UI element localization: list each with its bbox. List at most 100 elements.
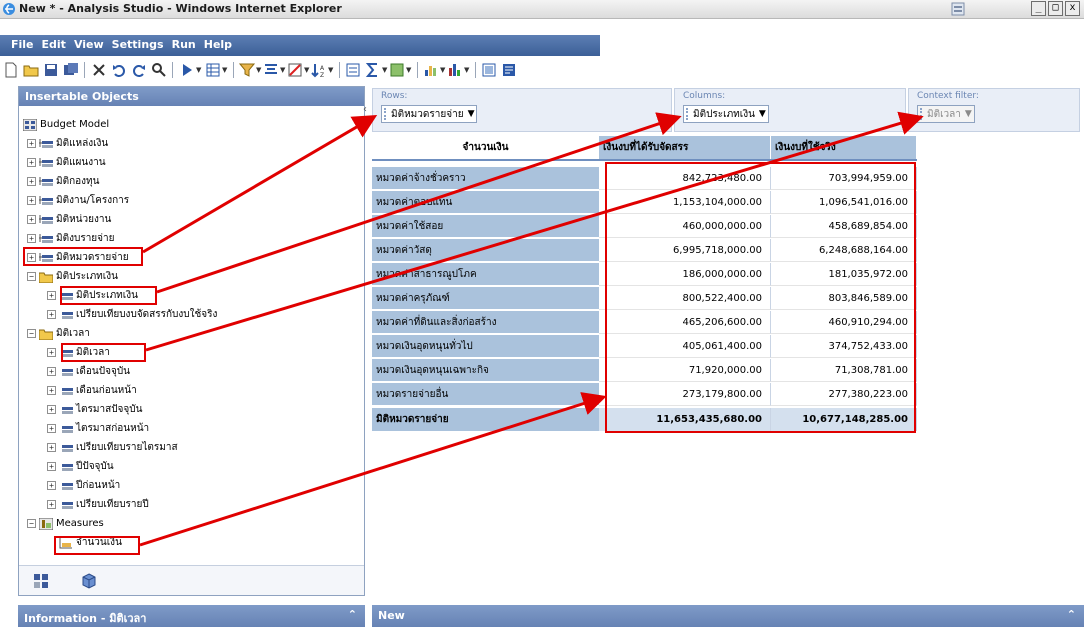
total-row-header[interactable]: มิติหมวดรายจ่าย	[372, 408, 599, 431]
run-icon[interactable]	[178, 61, 196, 79]
tree-folder-time[interactable]: − มิติเวลา	[27, 325, 90, 342]
expand-up-icon[interactable]: ⌃	[1067, 608, 1076, 621]
display-chart-icon[interactable]	[446, 61, 464, 79]
menu-file[interactable]: File	[0, 35, 38, 51]
drag-handle-icon[interactable]	[384, 108, 388, 120]
menu-edit[interactable]: Edit	[38, 35, 70, 51]
expand-icon[interactable]: +	[47, 291, 56, 300]
sum-icon[interactable]	[364, 61, 382, 79]
tree-item[interactable]: + มิติหน่วยงาน	[27, 211, 111, 228]
menu-help[interactable]: Help	[200, 35, 236, 51]
columns-dropzone[interactable]: Columns: มิติประเภทเงิน ▼	[674, 88, 906, 132]
tree-item[interactable]: + เปรียบเทียบรายไตรมาส	[47, 439, 178, 456]
columns-chip[interactable]: มิติประเภทเงิน ▼	[683, 105, 769, 123]
menu-settings[interactable]: Settings	[108, 35, 168, 51]
measure-header[interactable]: จำนวนเงิน	[372, 136, 599, 159]
expand-icon[interactable]: +	[47, 405, 56, 414]
delete-icon[interactable]	[90, 61, 108, 79]
tree-root[interactable]: Budget Model	[23, 116, 109, 133]
maximize-button[interactable]: □	[1048, 1, 1063, 16]
expand-icon[interactable]: +	[27, 196, 36, 205]
filter-icon[interactable]	[238, 61, 256, 79]
tree-item[interactable]: + เดือนปัจจุบัน	[47, 363, 130, 380]
sort-icon[interactable]: AZ	[310, 61, 328, 79]
row-header[interactable]: หมวดค่าที่ดินและสิ่งก่อสร้าง	[372, 311, 599, 334]
column-header-actual[interactable]: เงินงบที่ใช้จริง	[771, 136, 917, 159]
undo-icon[interactable]	[110, 61, 128, 79]
expand-icon[interactable]: +	[27, 215, 36, 224]
expand-icon[interactable]: +	[47, 424, 56, 433]
rows-chip[interactable]: มิติหมวดรายจ่าย ▼	[381, 105, 478, 123]
expand-icon[interactable]: +	[27, 158, 36, 167]
information-panel-header[interactable]: Information - มิติเวลา ⌃	[18, 605, 365, 627]
dropdown-arrow-icon[interactable]: ▼	[468, 109, 475, 119]
tree-item[interactable]: + เดือนก่อนหน้า	[47, 382, 137, 399]
expand-icon[interactable]: +	[47, 386, 56, 395]
tree-item[interactable]: + เปรียบเทียบงบจัดสรรกับงบใช้จริง	[47, 306, 217, 323]
collapse-icon[interactable]: −	[27, 272, 36, 281]
row-header[interactable]: หมวดเงินอุดหนุนเฉพาะกิจ	[372, 359, 599, 382]
report-icon[interactable]	[500, 61, 518, 79]
dropdown-arrow-icon[interactable]: ▼	[759, 109, 766, 119]
row-header[interactable]: หมวดรายจ่ายอื่น	[372, 383, 599, 406]
new-panel-header[interactable]: New ⌃	[372, 605, 1084, 627]
expand-icon[interactable]: +	[47, 443, 56, 452]
tree-folder-money-type[interactable]: − มิติประเภทเงิน	[27, 268, 118, 285]
expand-icon[interactable]: +	[27, 177, 36, 186]
top-bottom-icon[interactable]	[262, 61, 280, 79]
row-header[interactable]: หมวดค่าครุภัณฑ์	[372, 287, 599, 310]
expand-icon[interactable]: +	[47, 462, 56, 471]
tree-item[interactable]: + มิติแหล่งเงิน	[27, 135, 108, 152]
tree-item[interactable]: + ไตรมาสปัจจุบัน	[47, 401, 142, 418]
drag-handle-icon[interactable]	[686, 108, 690, 120]
format-icon[interactable]	[388, 61, 406, 79]
row-header[interactable]: หมวดเงินอุดหนุนทั่วไป	[372, 335, 599, 358]
expand-icon[interactable]: +	[27, 234, 36, 243]
column-header-allocated[interactable]: เงินงบที่ได้รับจัดสรร	[599, 136, 771, 159]
calculation-icon[interactable]	[344, 61, 362, 79]
context-filter-chip[interactable]: มิติเวลา ▼	[917, 105, 975, 123]
save-icon[interactable]	[42, 61, 60, 79]
expand-up-icon[interactable]: ⌃	[348, 608, 357, 621]
find-icon[interactable]	[150, 61, 168, 79]
collapse-icon[interactable]: −	[27, 519, 36, 528]
tree-item[interactable]: + ไตรมาสก่อนหน้า	[47, 420, 149, 437]
menu-run[interactable]: Run	[168, 35, 200, 51]
tree-item[interactable]: + เปรียบเทียบรายปี	[47, 496, 149, 513]
tree-item[interactable]: + มิติงบรายจ่าย	[27, 230, 115, 247]
save-as-icon[interactable]	[62, 61, 80, 79]
explain-icon[interactable]	[480, 61, 498, 79]
tree-folder-measures[interactable]: − Measures	[27, 515, 104, 532]
table-icon[interactable]	[204, 61, 222, 79]
row-header[interactable]: หมวดค่าจ้างชั่วคราว	[372, 167, 599, 190]
tree-item[interactable]: + มิติแผนงาน	[27, 154, 106, 171]
row-header[interactable]: หมวดค่าตอบแทน	[372, 191, 599, 214]
suppress-icon[interactable]	[286, 61, 304, 79]
expand-icon[interactable]: +	[47, 367, 56, 376]
expand-icon[interactable]: +	[47, 500, 56, 509]
row-header[interactable]: หมวดค่าวัสดุ	[372, 239, 599, 262]
expand-icon[interactable]: +	[47, 310, 56, 319]
open-icon[interactable]	[22, 61, 40, 79]
tree-item[interactable]: + มิติกองทุน	[27, 173, 99, 190]
tree-item[interactable]: + ปีก่อนหน้า	[47, 477, 120, 494]
chart-type-icon[interactable]	[422, 61, 440, 79]
expand-icon[interactable]: +	[47, 348, 56, 357]
drag-handle-icon[interactable]	[920, 108, 924, 120]
cube-tab-icon[interactable]	[79, 571, 99, 591]
menu-view[interactable]: View	[70, 35, 108, 51]
row-header[interactable]: หมวดค่าใช้สอย	[372, 215, 599, 238]
redo-icon[interactable]	[130, 61, 148, 79]
expand-icon[interactable]: +	[27, 139, 36, 148]
dropdown-arrow-icon[interactable]: ▼	[965, 109, 972, 119]
source-tab-icon[interactable]	[31, 571, 51, 591]
expand-icon[interactable]: +	[47, 481, 56, 490]
close-button[interactable]: x	[1065, 1, 1080, 16]
tree-item[interactable]: + ปีปัจจุบัน	[47, 458, 114, 475]
minimize-button[interactable]: _	[1031, 1, 1046, 16]
row-header[interactable]: หมวดค่าสาธารณูปโภค	[372, 263, 599, 286]
context-filter-dropzone[interactable]: Context filter: มิติเวลา ▼	[908, 88, 1080, 132]
new-icon[interactable]	[2, 61, 20, 79]
tree-item[interactable]: + มิติงาน/โครงการ	[27, 192, 129, 209]
collapse-icon[interactable]: −	[27, 329, 36, 338]
